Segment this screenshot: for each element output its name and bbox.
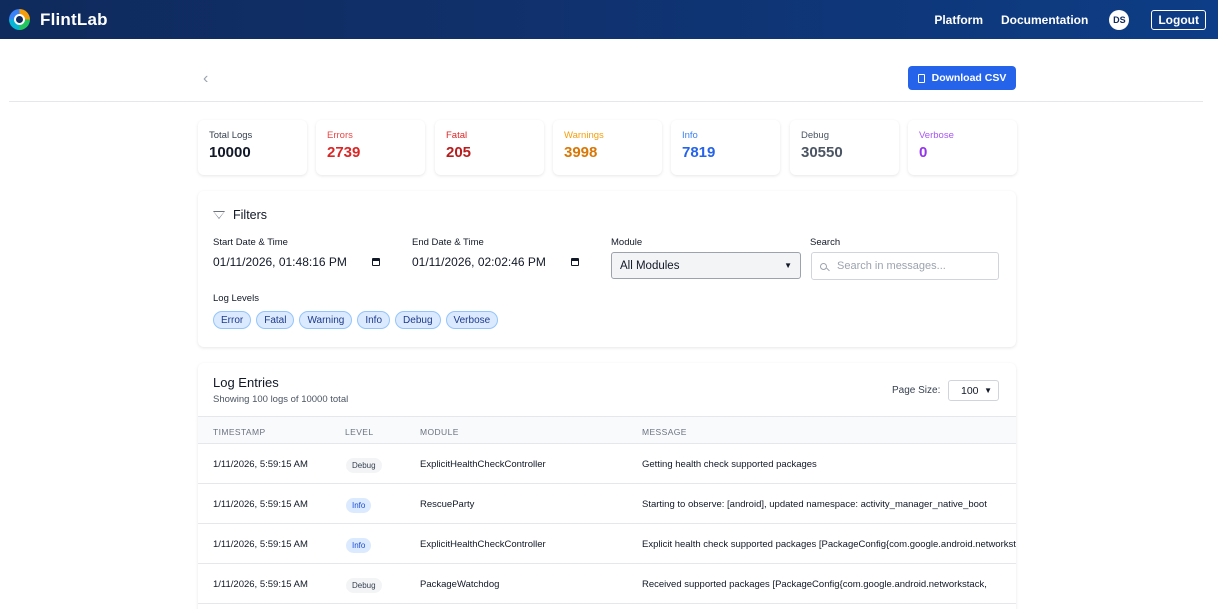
stat-card-warnings: Warnings 3998 [553, 120, 662, 175]
nav-link-documentation[interactable]: Documentation [1001, 13, 1088, 27]
stat-card-total: Total Logs 10000 [198, 120, 307, 175]
stat-value: 30550 [801, 144, 843, 161]
stat-value: 2739 [327, 144, 361, 161]
stat-card-fatal: Fatal 205 [435, 120, 544, 175]
nav-right: Platform Documentation DS Logout [916, 0, 1206, 39]
avatar[interactable]: DS [1109, 9, 1130, 30]
cell-message: Starting to observe: [android], updated … [642, 499, 987, 510]
stat-label: Fatal [446, 130, 468, 141]
stat-label: Info [682, 130, 698, 141]
log-entries-title: Log Entries [213, 375, 279, 390]
level-chip-info[interactable]: Info [357, 311, 391, 329]
page-size-label: Page Size: [892, 385, 941, 396]
module-label: Module [611, 237, 643, 248]
cell-message: Received supported packages [PackageConf… [642, 579, 987, 590]
start-date-value: 01/11/2026, 01:48:16 PM [213, 255, 347, 269]
stat-card-debug: Debug 30550 [790, 120, 899, 175]
cell-module: ExplicitHealthCheckController [420, 539, 546, 550]
cell-timestamp: 1/11/2026, 5:59:15 AM [213, 539, 308, 550]
log-entries-subtitle: Showing 100 logs of 10000 total [213, 394, 349, 405]
cell-message: Getting health check supported packages [642, 459, 817, 470]
stat-value: 3998 [564, 144, 598, 161]
stat-value: 0 [919, 144, 928, 161]
stat-card-errors: Errors 2739 [316, 120, 425, 175]
cell-module: ExplicitHealthCheckController [420, 459, 546, 470]
chevron-down-icon: ▼ [984, 386, 992, 395]
calendar-icon[interactable] [570, 258, 579, 266]
search-input[interactable]: Search in messages... [811, 252, 999, 280]
level-badge: Debug [346, 458, 382, 473]
cell-module: PackageWatchdog [420, 579, 500, 590]
stat-card-verbose: Verbose 0 [908, 120, 1017, 175]
level-badge: Info [346, 538, 372, 553]
file-icon [917, 73, 925, 83]
start-date-label: Start Date & Time [213, 237, 288, 248]
cell-module: RescueParty [420, 499, 475, 510]
table-row[interactable]: 1/11/2026, 5:59:15 AM Info ExplicitHealt… [198, 524, 1016, 564]
level-chip-verbose[interactable]: Verbose [445, 311, 499, 329]
back-chevron-icon[interactable]: ‹ [203, 70, 208, 88]
page-size-select[interactable]: 100 ▼ [948, 380, 999, 401]
download-csv-button[interactable]: Download CSV [908, 66, 1016, 90]
log-entries-card: Log Entries Showing 100 logs of 10000 to… [198, 363, 1016, 609]
level-chip-debug[interactable]: Debug [395, 311, 441, 329]
table-row[interactable]: 1/11/2026, 5:59:15 AM Debug PackageWatch… [198, 564, 1016, 604]
search-label: Search [810, 237, 841, 248]
level-badge: Debug [346, 578, 382, 593]
stat-label: Verbose [919, 130, 954, 141]
end-date-label: End Date & Time [412, 237, 484, 248]
stat-label: Errors [327, 130, 353, 141]
column-header-message[interactable]: MESSAGE [642, 427, 687, 437]
cell-message: Explicit health check supported packages… [642, 539, 1016, 550]
stat-label: Warnings [564, 130, 604, 141]
module-select-value: All Modules [620, 259, 680, 272]
flintlab-logo-icon [9, 9, 30, 30]
level-badge: Info [346, 498, 372, 513]
brand-name: FlintLab [40, 9, 108, 29]
top-navbar: FlintLab Platform Documentation DS Logou… [0, 0, 1218, 39]
search-placeholder: Search in messages... [837, 260, 946, 272]
column-header-module[interactable]: MODULE [420, 427, 459, 437]
end-date-value: 01/11/2026, 02:02:46 PM [412, 255, 546, 269]
start-date-field[interactable]: 01/11/2026, 01:48:16 PM [213, 255, 380, 269]
table-header: TIMESTAMP LEVEL MODULE MESSAGE [198, 416, 1016, 444]
level-chip-fatal[interactable]: Fatal [256, 311, 295, 329]
calendar-icon[interactable] [371, 258, 380, 266]
stat-label: Total Logs [209, 130, 253, 141]
log-level-chips: Error Fatal Warning Info Debug Verbose [213, 311, 503, 329]
stat-value: 205 [446, 144, 472, 161]
header-divider [9, 101, 1203, 102]
cell-timestamp: 1/11/2026, 5:59:15 AM [213, 499, 308, 510]
filter-funnel-icon [213, 211, 225, 219]
cell-timestamp: 1/11/2026, 5:59:15 AM [213, 579, 308, 590]
filters-title: Filters [213, 208, 267, 222]
nav-link-platform[interactable]: Platform [934, 13, 983, 27]
logout-button[interactable]: Logout [1151, 9, 1206, 30]
chevron-down-icon: ▼ [784, 261, 792, 270]
level-chip-warning[interactable]: Warning [299, 311, 353, 329]
stat-label: Debug [801, 130, 829, 141]
module-select[interactable]: All Modules ▼ [611, 252, 801, 279]
download-csv-label: Download CSV [931, 72, 1007, 84]
table-row[interactable]: 1/11/2026, 5:59:15 AM Debug ExplicitHeal… [198, 444, 1016, 484]
table-row[interactable]: 1/11/2026, 5:59:15 AM Info RescueParty S… [198, 484, 1016, 524]
cell-timestamp: 1/11/2026, 5:59:15 AM [213, 459, 308, 470]
column-header-timestamp[interactable]: TIMESTAMP [213, 427, 266, 437]
end-date-field[interactable]: 01/11/2026, 02:02:46 PM [412, 255, 579, 269]
log-levels-label: Log Levels [213, 293, 259, 304]
column-header-level[interactable]: LEVEL [345, 427, 373, 437]
filters-title-text: Filters [233, 208, 268, 222]
stat-value: 7819 [682, 144, 716, 161]
stat-value: 10000 [209, 144, 251, 161]
stat-card-info: Info 7819 [671, 120, 780, 175]
page-size-value: 100 [961, 384, 979, 397]
search-icon [820, 262, 827, 270]
level-chip-error[interactable]: Error [213, 311, 252, 329]
brand[interactable]: FlintLab [9, 9, 108, 30]
